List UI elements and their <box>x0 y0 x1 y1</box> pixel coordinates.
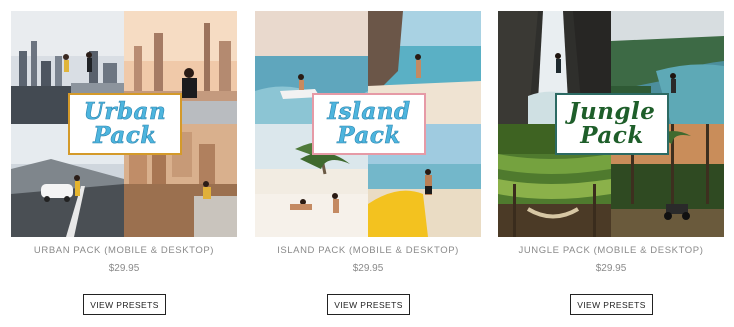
product-card-urban: Urban Pack URBAN PACK (MOBILE & DESKTOP)… <box>11 11 237 315</box>
product-card-jungle: Jungle Pack JUNGLE PACK (MOBILE & DESKTO… <box>498 11 724 315</box>
badge-line-1: Island <box>327 98 411 125</box>
product-title[interactable]: URBAN PACK (MOBILE & DESKTOP) <box>0 245 257 256</box>
product-price: $29.95 <box>108 263 140 274</box>
badge-line-2: Pack <box>580 122 644 149</box>
product-title[interactable]: JUNGLE PACK (MOBILE & DESKTOP) <box>478 245 734 256</box>
product-card-island: Island Pack ISLAND PACK (MOBILE & DESKTO… <box>255 11 481 315</box>
badge-line-2: Pack <box>337 122 401 149</box>
view-presets-button[interactable]: VIEW PRESETS <box>83 294 166 315</box>
product-price: $29.95 <box>352 263 384 274</box>
product-image-collage[interactable]: Island Pack <box>255 11 481 237</box>
product-price: $29.95 <box>595 263 627 274</box>
badge-line-1: Jungle <box>568 98 656 125</box>
product-image-collage[interactable]: Jungle Pack <box>498 11 724 237</box>
view-presets-button[interactable]: VIEW PRESETS <box>327 294 410 315</box>
pack-badge: Island Pack <box>312 93 426 155</box>
product-title[interactable]: ISLAND PACK (MOBILE & DESKTOP) <box>235 245 501 256</box>
badge-line-1: Urban <box>83 98 167 125</box>
product-image-collage[interactable]: Urban Pack <box>11 11 237 237</box>
view-presets-button[interactable]: VIEW PRESETS <box>570 294 653 315</box>
badge-line-2: Pack <box>93 122 157 149</box>
pack-badge: Urban Pack <box>68 93 182 155</box>
pack-badge: Jungle Pack <box>555 93 669 155</box>
